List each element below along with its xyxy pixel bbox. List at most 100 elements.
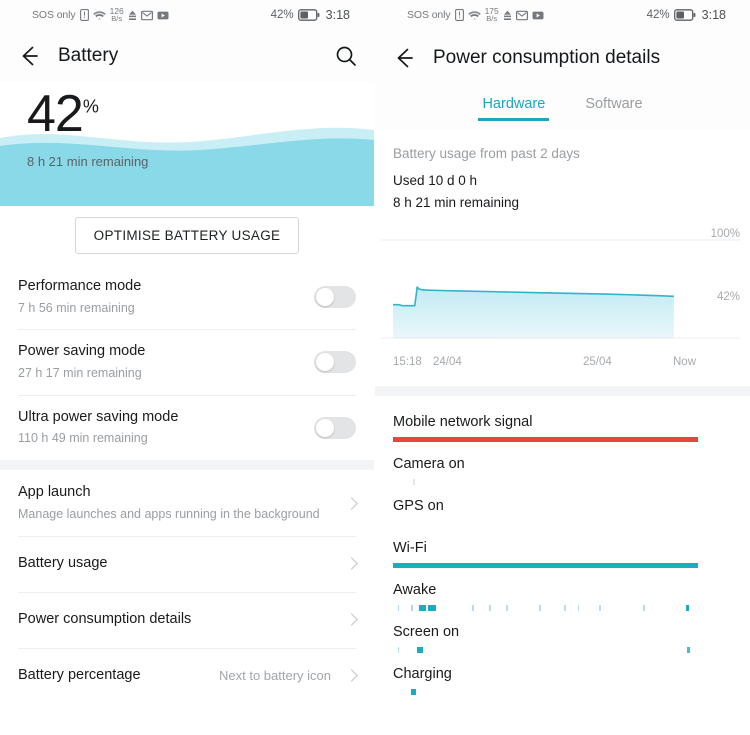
option-title: Power consumption details xyxy=(18,610,192,627)
row-text: Ultra power saving mode 110 h 49 min rem… xyxy=(18,408,314,447)
optimise-button-wrapper: OPTIMISE BATTERY USAGE xyxy=(0,206,374,264)
usage-remaining-label: 8 h 21 min remaining xyxy=(393,194,520,210)
x-axis-tick-date-2: 25/04 xyxy=(583,356,612,369)
toggle-knob xyxy=(316,287,334,306)
ultra-power-saving-mode-toggle[interactable] xyxy=(314,416,356,439)
option-row-battery-percentage[interactable]: Battery percentage Next to battery icon xyxy=(18,647,358,704)
activity-bar xyxy=(393,437,698,443)
battery-percentage-value: Next to battery icon xyxy=(219,668,331,684)
mode-subtitle: 27 h 17 min remaining xyxy=(18,366,142,380)
activity-tick xyxy=(411,689,417,696)
optimise-battery-usage-button[interactable]: OPTIMISE BATTERY USAGE xyxy=(74,216,300,254)
back-arrow-icon[interactable] xyxy=(391,45,417,71)
mode-row-performance[interactable]: Performance mode 7 h 56 min remaining xyxy=(18,264,356,329)
mode-subtitle: 7 h 56 min remaining xyxy=(18,300,135,315)
hardware-activity-timeline xyxy=(393,647,698,654)
activity-tick xyxy=(685,605,689,612)
battery-app-bar: Battery xyxy=(0,30,374,82)
hardware-row-label: Mobile network signal xyxy=(393,414,533,431)
row-text: App launch Manage launches and apps runn… xyxy=(18,483,341,522)
percent-sign: % xyxy=(82,96,99,117)
chevron-right-icon xyxy=(345,557,358,571)
x-axis-tick-date-1: 24/04 xyxy=(433,356,462,369)
hardware-row-label: Camera on xyxy=(393,456,465,473)
status-bar-left-group: SOS only 175 B/s xyxy=(407,7,544,24)
mode-subtitle: 110 h 49 min remaining xyxy=(18,431,148,446)
hardware-row-label: GPS on xyxy=(393,498,444,515)
hardware-activity-list: Mobile network signal Camera on GPS on Wi-F… xyxy=(375,396,750,696)
performance-mode-toggle[interactable] xyxy=(314,285,356,308)
row-text: Battery usage xyxy=(18,554,341,574)
video-icon xyxy=(157,11,169,20)
x-axis-tick-now: Now xyxy=(673,356,697,369)
row-text: Power consumption details xyxy=(18,610,341,630)
activity-tick xyxy=(577,605,580,612)
option-row-app-launch[interactable]: App launch Manage launches and apps runn… xyxy=(18,470,358,535)
activity-tick xyxy=(598,605,601,612)
upload-icon xyxy=(128,10,137,21)
status-bar-left-group: SOS only 126 B/s xyxy=(32,7,169,23)
carrier-label: SOS only xyxy=(407,9,451,21)
section-divider xyxy=(0,460,374,471)
usage-period-label: Battery usage from past 2 days xyxy=(393,146,580,161)
hardware-row-label: Screen on xyxy=(393,624,460,641)
option-subtitle: Manage launches and apps running in the … xyxy=(18,506,320,521)
network-rate-unit: B/s xyxy=(486,14,498,24)
battery-level-number: 42 xyxy=(27,85,84,143)
battery-icon xyxy=(673,9,696,21)
hardware-row-label: Awake xyxy=(393,582,437,599)
activity-tick xyxy=(412,479,415,486)
mode-title: Ultra power saving mode xyxy=(18,408,179,425)
hardware-activity-timeline xyxy=(393,437,698,443)
clock-label: 3:18 xyxy=(701,8,726,22)
y-axis-tick-42: 42% xyxy=(716,291,740,304)
activity-tick xyxy=(539,605,542,612)
screenshot-root: SOS only 126 B/s 42% 3:18 Battery 42% 8 … xyxy=(0,0,750,735)
option-title: Battery percentage xyxy=(18,666,141,683)
sim-alert-icon xyxy=(454,9,464,21)
hardware-activity-timeline xyxy=(393,479,698,486)
hardware-row-screen-on: Screen on xyxy=(393,610,732,654)
mode-row-ultra-power-saving[interactable]: Ultra power saving mode 110 h 49 min rem… xyxy=(18,394,356,460)
option-row-battery-usage[interactable]: Battery usage xyxy=(18,535,358,592)
activity-tick xyxy=(397,605,400,612)
hardware-row-camera-on: Camera on xyxy=(393,442,732,486)
battery-modes-list: Performance mode 7 h 56 min remaining Po… xyxy=(0,264,374,461)
tab-hardware[interactable]: Hardware xyxy=(478,96,550,121)
power-saving-mode-toggle[interactable] xyxy=(314,351,356,374)
status-bar-right-screen: SOS only 175 B/s 42% 3:18 xyxy=(375,0,750,30)
battery-level-hero: 42% 8 h 21 min remaining xyxy=(0,82,374,206)
option-title: App launch xyxy=(18,484,91,501)
option-row-power-consumption-details[interactable]: Power consumption details xyxy=(18,591,358,648)
hardware-activity-timeline xyxy=(393,689,698,696)
chart-plot-area xyxy=(381,239,740,339)
clock-label: 3:18 xyxy=(325,8,350,22)
wifi-icon xyxy=(92,10,106,21)
activity-tick xyxy=(472,605,475,612)
mail-icon xyxy=(140,10,153,21)
chart-x-axis: 15:18 24/04 25/04 Now xyxy=(375,356,750,378)
back-arrow-icon[interactable] xyxy=(16,43,42,69)
activity-tick xyxy=(417,647,424,654)
tab-software[interactable]: Software xyxy=(585,96,642,121)
activity-tick xyxy=(563,605,566,612)
toggle-knob xyxy=(316,418,334,437)
status-bar-right-group: 42% 3:18 xyxy=(271,8,350,22)
row-text: Power saving mode 27 h 17 min remaining xyxy=(18,342,314,381)
hardware-activity-timeline xyxy=(393,605,698,612)
toggle-knob xyxy=(316,353,334,372)
hardware-row-wi-fi: Wi-Fi xyxy=(393,526,732,569)
y-axis-tick-100: 100% xyxy=(710,228,740,241)
hardware-row-charging: Charging xyxy=(393,652,732,696)
activity-tick xyxy=(687,647,691,654)
usage-used-label: Used 10 d 0 h xyxy=(393,173,478,188)
mode-row-power-saving[interactable]: Power saving mode 27 h 17 min remaining xyxy=(18,329,356,394)
chevron-right-icon xyxy=(345,669,358,683)
activity-tick xyxy=(505,605,508,612)
hardware-row-awake: Awake xyxy=(393,568,732,612)
page-title: Power consumption details xyxy=(433,47,661,68)
wifi-icon xyxy=(467,10,481,21)
status-bar-right-group: 42% 3:18 xyxy=(647,8,726,22)
search-icon[interactable] xyxy=(334,44,358,68)
hardware-activity-timeline xyxy=(393,521,698,526)
